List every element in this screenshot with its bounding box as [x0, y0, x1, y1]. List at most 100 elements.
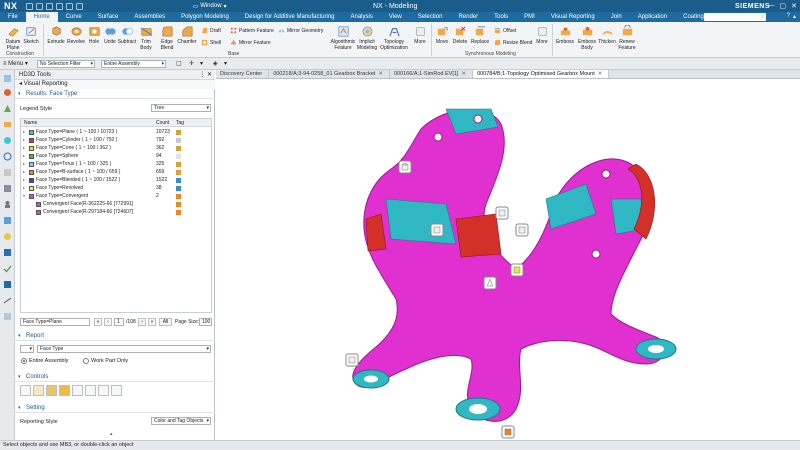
- graphics-tab-discovery-center[interactable]: Discovery Center: [216, 70, 270, 78]
- extrude-button[interactable]: Extrude: [46, 25, 66, 45]
- expand-icon[interactable]: ▸: [23, 152, 25, 160]
- command-search-input[interactable]: ⌕: [704, 13, 766, 21]
- part-navigator-icon[interactable]: [3, 74, 12, 83]
- snap-point-icon[interactable]: ✛: [189, 60, 196, 67]
- tag-objects-icon[interactable]: [46, 385, 57, 396]
- page-size-input[interactable]: 100: [199, 318, 212, 326]
- close-icon[interactable]: ✕: [378, 71, 383, 77]
- paste-icon[interactable]: [75, 2, 83, 10]
- tab-assemblies[interactable]: Assemblies: [126, 12, 173, 22]
- offset-region-button[interactable]: Offset: [494, 27, 516, 34]
- emboss-body-button[interactable]: Emboss Body: [576, 25, 598, 51]
- draft-button[interactable]: Draft: [201, 27, 221, 34]
- trim-body-button[interactable]: Trim Body: [137, 25, 155, 51]
- controls-section-header[interactable]: ▾ Controls: [15, 373, 215, 382]
- tag-marker[interactable]: [345, 353, 359, 367]
- emboss-button[interactable]: Emboss: [555, 25, 575, 45]
- resize-blend-button[interactable]: Resize Blend: [494, 39, 532, 46]
- tab-dfam[interactable]: Design for Additive Manufacturing: [237, 12, 343, 22]
- sketch-button[interactable]: Sketch: [22, 25, 40, 45]
- tab-render[interactable]: Render: [450, 12, 486, 22]
- export-icon[interactable]: [111, 385, 122, 396]
- graphics-viewport[interactable]: [216, 79, 800, 440]
- hole-button[interactable]: Hole: [86, 25, 102, 45]
- close-icon[interactable]: ✕: [598, 71, 603, 77]
- datum-plane-button[interactable]: Datum Plane: [3, 25, 23, 51]
- graphics-tab-gearbox-bracket[interactable]: 000218/A;3-94-0258_01 Gearbox Bracket ✕: [269, 70, 390, 78]
- process-studio-icon[interactable]: [3, 184, 12, 193]
- results-section-header[interactable]: ▾ Results: Face Type: [15, 90, 215, 99]
- graphics-tab-gearbox-mount[interactable]: 000784/B;1-Topology Optimised Gearbox Mo…: [473, 70, 610, 78]
- panel-options-icon[interactable]: ⋮ ✕: [199, 70, 212, 80]
- work-part-only-radio[interactable]: Work Part Only: [83, 358, 128, 364]
- table-row[interactable]: ▸ Face Type=Blended ( 1 ~ 100 / 1522 ) 152…: [21, 176, 211, 184]
- topology-optimized-gearbox-mount-model[interactable]: [216, 79, 800, 440]
- select-all-icon[interactable]: ▢: [176, 60, 183, 67]
- prev-page-button[interactable]: ‹: [104, 318, 112, 326]
- minimize-button[interactable]: —: [768, 2, 775, 10]
- sync-more-button[interactable]: More: [534, 25, 550, 45]
- renew-feature-button[interactable]: Renew Feature: [617, 25, 637, 51]
- revolve-button[interactable]: Revolve: [66, 25, 86, 45]
- redo-icon[interactable]: [45, 2, 53, 10]
- model-body[interactable]: [352, 109, 666, 422]
- tab-selection[interactable]: Selection: [410, 12, 451, 22]
- web-browser-icon[interactable]: [3, 152, 12, 161]
- legend-style-select[interactable]: Tree: [151, 104, 211, 112]
- window-menu[interactable]: ▭ Window ▾: [193, 3, 227, 10]
- expand-icon[interactable]: ▸: [23, 128, 25, 136]
- tag-marker[interactable]: [495, 206, 509, 220]
- copy-icon[interactable]: [65, 2, 73, 10]
- algorithmic-feature-button[interactable]: Algorithmic Feature: [330, 25, 356, 51]
- table-row[interactable]: ▸ Face Type=Revolved 38: [21, 184, 211, 192]
- table-row[interactable]: Convergent Face(R-297184-66 [724607]: [21, 208, 211, 216]
- tag-marker[interactable]: [398, 160, 412, 174]
- subtract-button[interactable]: Subtract: [118, 25, 136, 45]
- undo-icon[interactable]: [35, 2, 43, 10]
- close-button[interactable]: ✕: [791, 2, 797, 10]
- view-orient-icon[interactable]: ◈: [213, 60, 220, 67]
- shell-button[interactable]: Shell: [201, 39, 221, 46]
- selection-filter-select[interactable]: No Selection Filter: [37, 59, 95, 68]
- ribbon-collapse-icon[interactable]: ▴: [793, 13, 796, 20]
- mirror-geometry-button[interactable]: Mirror Geometry: [278, 27, 323, 34]
- planar-face[interactable]: [385, 198, 457, 245]
- color-objects-icon[interactable]: [33, 385, 44, 396]
- back-icon[interactable]: ◂: [19, 81, 22, 87]
- entire-assembly-radio[interactable]: Entire Assembly: [21, 358, 68, 364]
- history-icon[interactable]: [3, 168, 12, 177]
- selection-scope-select[interactable]: Entire Assembly: [101, 59, 166, 68]
- tag-marker[interactable]: [430, 223, 444, 237]
- column-name[interactable]: Name: [24, 119, 37, 127]
- table-row[interactable]: ▸ Face Type=Torus ( 1 ~ 100 / 325 ) 325: [21, 160, 211, 168]
- cut-icon[interactable]: [55, 2, 63, 10]
- help-icon[interactable]: ?: [787, 13, 790, 20]
- teamcenter-icon[interactable]: [3, 280, 12, 289]
- graphics-tab-simrod[interactable]: 000166/A;1-SimRod EV[1] ✕: [390, 70, 474, 78]
- tab-home[interactable]: Home: [25, 12, 58, 22]
- chevron-down-icon[interactable]: ▾: [224, 60, 231, 67]
- first-page-button[interactable]: «: [94, 318, 102, 326]
- page-number-input[interactable]: 1: [114, 318, 124, 326]
- tab-application[interactable]: Application: [630, 12, 675, 22]
- report-section-header[interactable]: ▾ Report: [15, 332, 215, 341]
- table-row[interactable]: Convergent Face(R-362225-66 [772991]: [21, 200, 211, 208]
- expand-icon[interactable]: ▸: [23, 136, 25, 144]
- thicken-button[interactable]: Thicken: [597, 25, 617, 45]
- delete-face-button[interactable]: Delete: [451, 25, 469, 45]
- tag-marker[interactable]: [483, 276, 497, 290]
- clear-icon[interactable]: [98, 385, 109, 396]
- all-pages-button[interactable]: All: [159, 318, 172, 326]
- tag-marker[interactable]: [510, 263, 524, 277]
- implicit-modeling-button[interactable]: Implicit Modeling: [356, 25, 378, 51]
- reporting-style-select[interactable]: Color and Tag Objects: [151, 417, 211, 425]
- save-icon[interactable]: [25, 2, 33, 10]
- visual-reporting-icon[interactable]: [3, 248, 12, 257]
- chamfer-button[interactable]: Chamfer: [177, 25, 197, 45]
- edge-blend-button[interactable]: Edge Blend: [157, 25, 177, 51]
- checkmate-icon[interactable]: [3, 264, 12, 273]
- measure-icon[interactable]: [3, 296, 12, 305]
- close-icon[interactable]: ✕: [461, 71, 466, 77]
- last-page-button[interactable]: »: [148, 318, 156, 326]
- show-legend-icon[interactable]: [20, 385, 31, 396]
